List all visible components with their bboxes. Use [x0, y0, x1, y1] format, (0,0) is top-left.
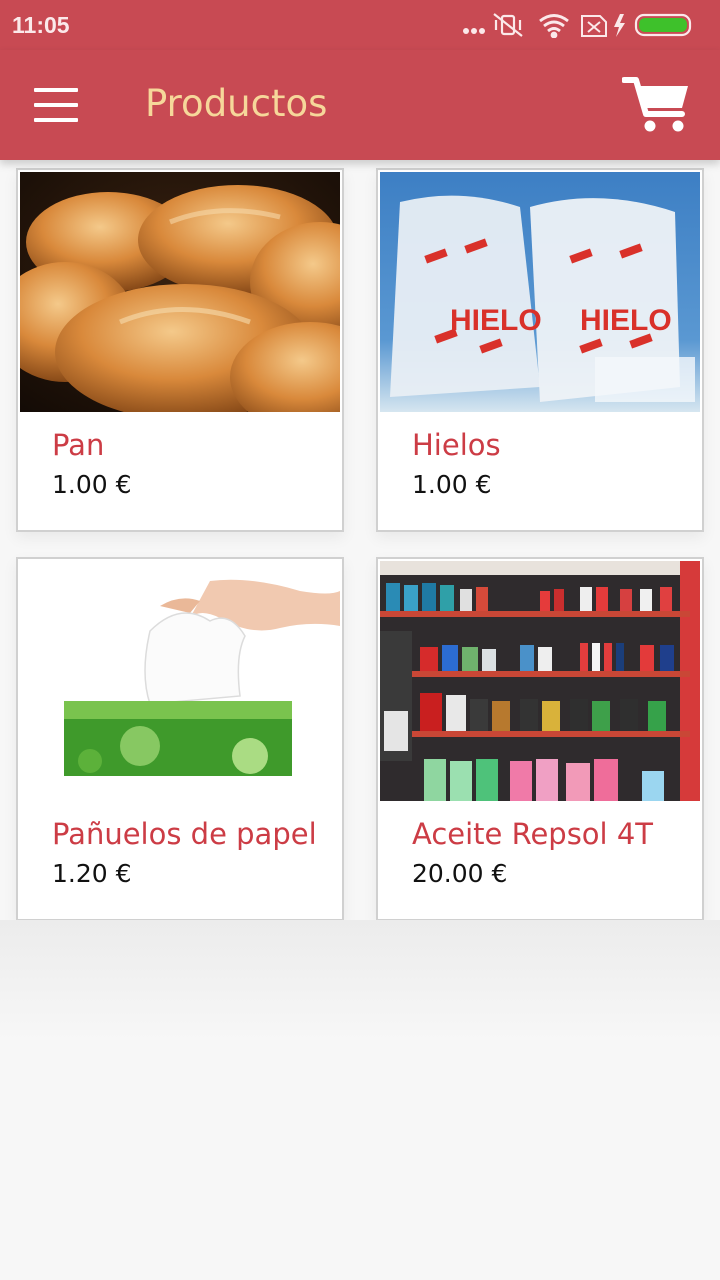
vibrate-off-icon — [493, 13, 523, 37]
status-bar: 11:05 — [0, 0, 720, 50]
status-icons — [463, 13, 692, 38]
product-price: 1.00 € — [52, 470, 132, 499]
charging-icon — [614, 14, 625, 37]
product-card[interactable]: Aceite Repsol 4T 20.00 € — [376, 557, 704, 921]
product-name: Pan — [52, 428, 105, 462]
product-price: 1.00 € — [412, 470, 492, 499]
app-toolbar: Productos — [0, 50, 720, 160]
shopping-cart-icon — [621, 77, 688, 132]
menu-button[interactable] — [24, 80, 88, 130]
oil-shelves-photo — [380, 561, 700, 801]
ice-bags-photo: HIELO HIELO — [380, 172, 700, 412]
product-card[interactable]: HIELO HIELO Hielos 1.00 € — [376, 168, 704, 532]
bread-rolls-photo — [20, 172, 340, 412]
cart-button[interactable] — [621, 74, 692, 136]
product-name: Hielos — [412, 428, 501, 462]
product-price: 20.00 € — [412, 859, 508, 888]
page-title: Productos — [145, 82, 328, 125]
more-dots-icon — [463, 28, 485, 34]
product-card[interactable]: Pan 1.00 € — [16, 168, 344, 532]
status-time: 11:05 — [12, 12, 70, 38]
product-card[interactable]: Pañuelos de papel 1.20 € — [16, 557, 344, 921]
battery-full-icon — [634, 13, 692, 37]
wifi-icon — [539, 14, 569, 38]
tissue-box-photo — [20, 561, 340, 801]
svg-text:HIELO: HIELO — [580, 304, 672, 337]
sim-x-icon — [581, 15, 607, 37]
svg-text:HIELO: HIELO — [450, 304, 542, 337]
product-name: Aceite Repsol 4T — [412, 817, 653, 851]
background-shadow — [0, 920, 720, 1040]
product-name: Pañuelos de papel — [52, 817, 317, 851]
product-price: 1.20 € — [52, 859, 132, 888]
